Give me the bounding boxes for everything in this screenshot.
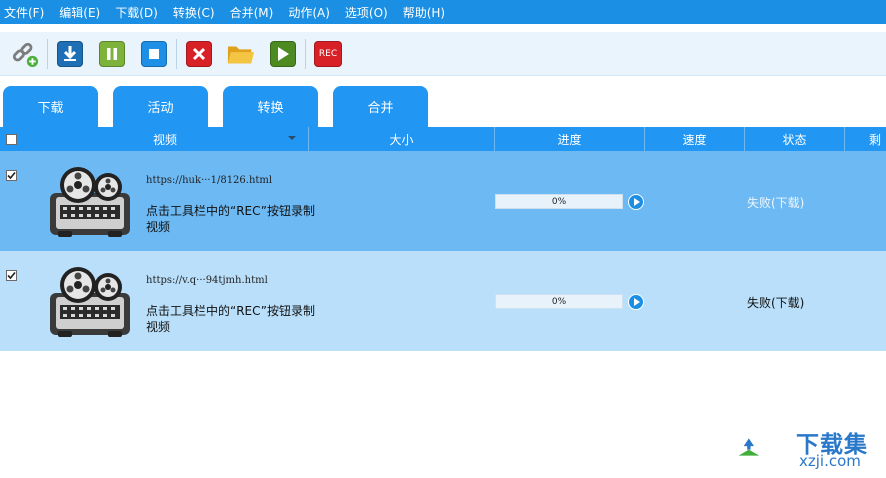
rec-label: REC: [318, 48, 338, 59]
progress-bar: 0%: [495, 194, 623, 209]
column-header-progress[interactable]: 进度: [495, 127, 645, 151]
download-button[interactable]: [56, 40, 84, 68]
video-hint: 点击工具栏中的“REC”按钮录制视频: [146, 304, 315, 334]
progress-text: 0%: [551, 296, 567, 307]
watermark-logo-icon: [738, 438, 760, 456]
checkmark-icon: [7, 171, 16, 180]
progress-text: 0%: [551, 196, 567, 207]
table-header: 视频 大小 进度 速度 状态 剩: [0, 127, 886, 151]
column-header-status[interactable]: 状态: [745, 127, 845, 151]
pause-icon: [99, 40, 125, 67]
tab-download[interactable]: 下载: [3, 86, 98, 127]
video-url: https://huk···1/8126.html: [146, 175, 273, 186]
menu-file[interactable]: 文件(F): [4, 4, 44, 21]
open-folder-icon: [227, 46, 255, 63]
resume-play-icon[interactable]: [628, 294, 644, 310]
tab-convert[interactable]: 转换: [223, 86, 318, 127]
row-checkbox[interactable]: [6, 270, 17, 281]
menu-bar: 文件(F) 编辑(E) 下载(D) 转换(C) 合并(M) 动作(A) 选项(O…: [0, 0, 886, 24]
tab-active[interactable]: 活动: [113, 86, 208, 127]
tab-merge[interactable]: 合并: [333, 86, 428, 127]
stop-button[interactable]: [140, 40, 168, 68]
toolbar-separator: [176, 38, 177, 69]
column-header-size[interactable]: 大小: [309, 127, 495, 151]
menu-help[interactable]: 帮助(H): [403, 4, 445, 21]
checkbox-icon: [5, 133, 17, 145]
table-row[interactable]: https://v.q···94tjmh.html 点击工具栏中的“REC”按钮…: [0, 251, 886, 351]
add-link-icon: [12, 42, 39, 67]
menu-convert[interactable]: 转换(C): [173, 4, 215, 21]
column-label-video: 视频: [152, 132, 177, 147]
toolbar: REC: [0, 32, 886, 76]
menu-action[interactable]: 动作(A): [288, 4, 330, 21]
video-thumbnail-icon: [50, 267, 130, 337]
play-icon: [270, 40, 296, 67]
menu-options[interactable]: 选项(O): [345, 4, 388, 21]
select-all-checkbox[interactable]: [0, 127, 22, 151]
pause-button[interactable]: [98, 40, 126, 68]
open-folder-button[interactable]: [227, 40, 255, 68]
rec-icon: REC: [314, 40, 342, 67]
watermark-en: xzji.com: [799, 452, 861, 470]
table-row[interactable]: https://huk···1/8126.html 点击工具栏中的“REC”按钮…: [0, 151, 886, 251]
delete-icon: [186, 40, 212, 67]
column-header-video[interactable]: 视频: [22, 127, 309, 151]
toolbar-separator: [47, 38, 48, 69]
video-thumbnail-icon: [50, 167, 130, 237]
stop-icon: [141, 40, 167, 67]
sort-arrow-icon: [288, 136, 296, 140]
video-url: https://v.q···94tjmh.html: [146, 275, 268, 286]
rec-button[interactable]: REC: [314, 40, 342, 68]
status-text: 失败(下载): [747, 296, 805, 310]
menu-download[interactable]: 下载(D): [115, 4, 158, 21]
row-checkbox[interactable]: [6, 170, 17, 181]
menu-merge[interactable]: 合并(M): [230, 4, 274, 21]
menu-edit[interactable]: 编辑(E): [59, 4, 100, 21]
column-header-remaining[interactable]: 剩: [845, 127, 886, 151]
resume-play-icon[interactable]: [628, 194, 644, 210]
status-text: 失败(下载): [747, 196, 805, 210]
video-hint: 点击工具栏中的“REC”按钮录制视频: [146, 204, 315, 234]
progress-bar: 0%: [495, 294, 623, 309]
add-link-button[interactable]: [11, 40, 39, 68]
tab-bar: 下载 活动 转换 合并: [0, 86, 886, 127]
toolbar-separator: [305, 38, 306, 69]
checkmark-icon: [7, 271, 16, 280]
app-window: 文件(F) 编辑(E) 下载(D) 转换(C) 合并(M) 动作(A) 选项(O…: [0, 0, 886, 478]
download-icon: [57, 40, 83, 67]
play-button[interactable]: [269, 40, 297, 68]
column-header-speed[interactable]: 速度: [645, 127, 745, 151]
delete-button[interactable]: [185, 40, 213, 68]
